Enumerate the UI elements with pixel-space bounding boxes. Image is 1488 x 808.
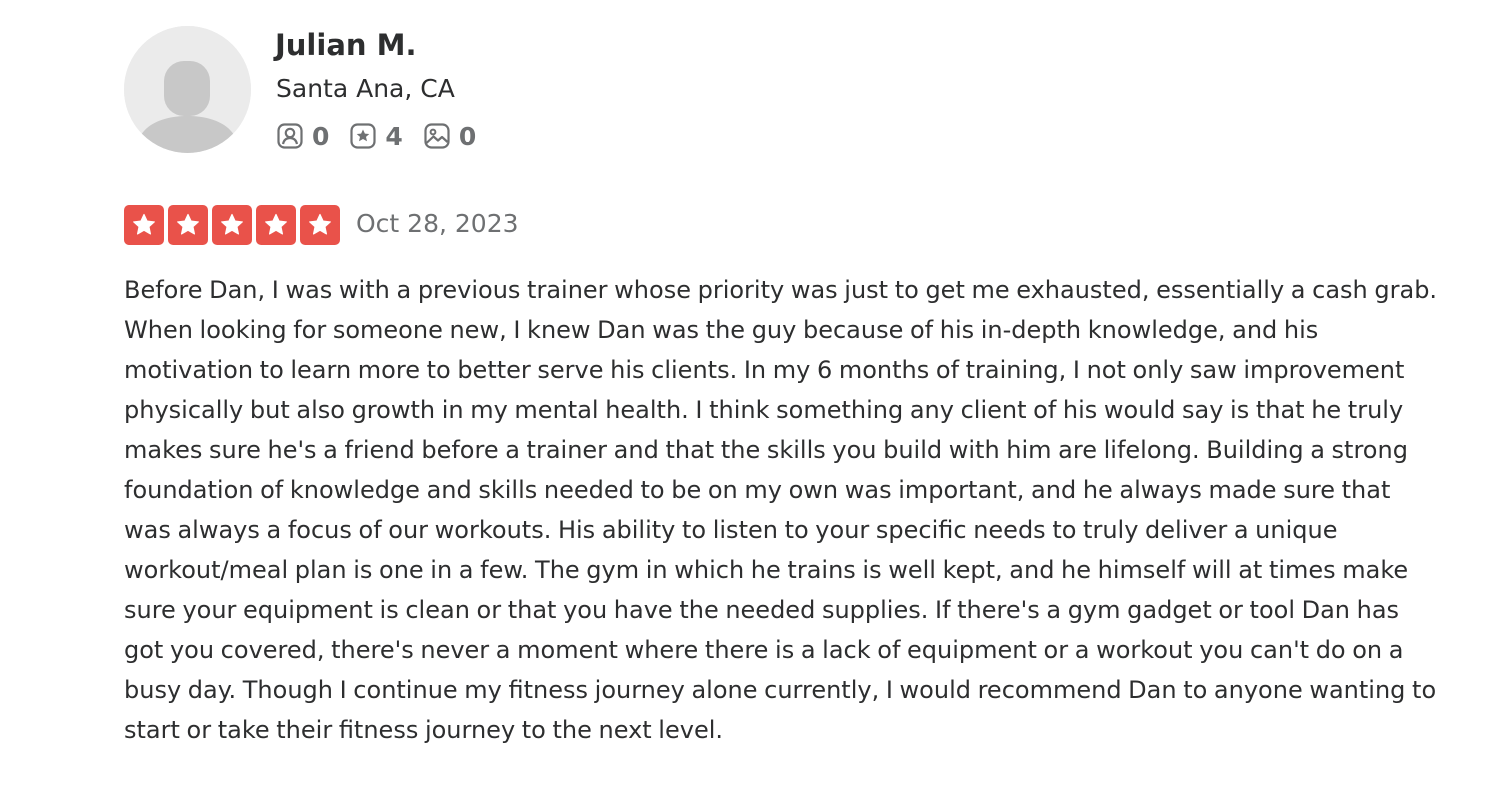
star-icon: [133, 213, 155, 235]
star-icon: [177, 213, 199, 235]
avatar[interactable]: [124, 26, 251, 153]
star-icon: [221, 213, 243, 235]
star-icon: [309, 213, 331, 235]
photos-stat: 0: [423, 122, 476, 151]
default-user-icon: [124, 26, 251, 153]
star-box: [212, 205, 252, 245]
star-box: [124, 205, 164, 245]
reviews-count: 4: [385, 121, 403, 151]
friends-icon: [277, 123, 303, 149]
star-rating: [124, 205, 344, 245]
friends-count: 0: [312, 121, 330, 151]
star-icon: [265, 213, 287, 235]
reviewer-name[interactable]: Julian M.: [275, 28, 417, 62]
photo-icon: [424, 123, 450, 149]
star-box: [300, 205, 340, 245]
reviewer-location: Santa Ana, CA: [276, 74, 455, 103]
review-star-icon: [350, 123, 377, 149]
friends-stat: 0: [276, 122, 329, 151]
review-date: Oct 28, 2023: [356, 209, 519, 238]
reviews-stat: 4: [349, 121, 403, 151]
photos-count: 0: [458, 121, 477, 151]
star-box: [256, 205, 296, 245]
review-text: Before Dan, I was with a previous traine…: [124, 276, 1438, 744]
star-box: [168, 205, 208, 245]
reviewer-stats: 0 4 0: [276, 120, 496, 152]
